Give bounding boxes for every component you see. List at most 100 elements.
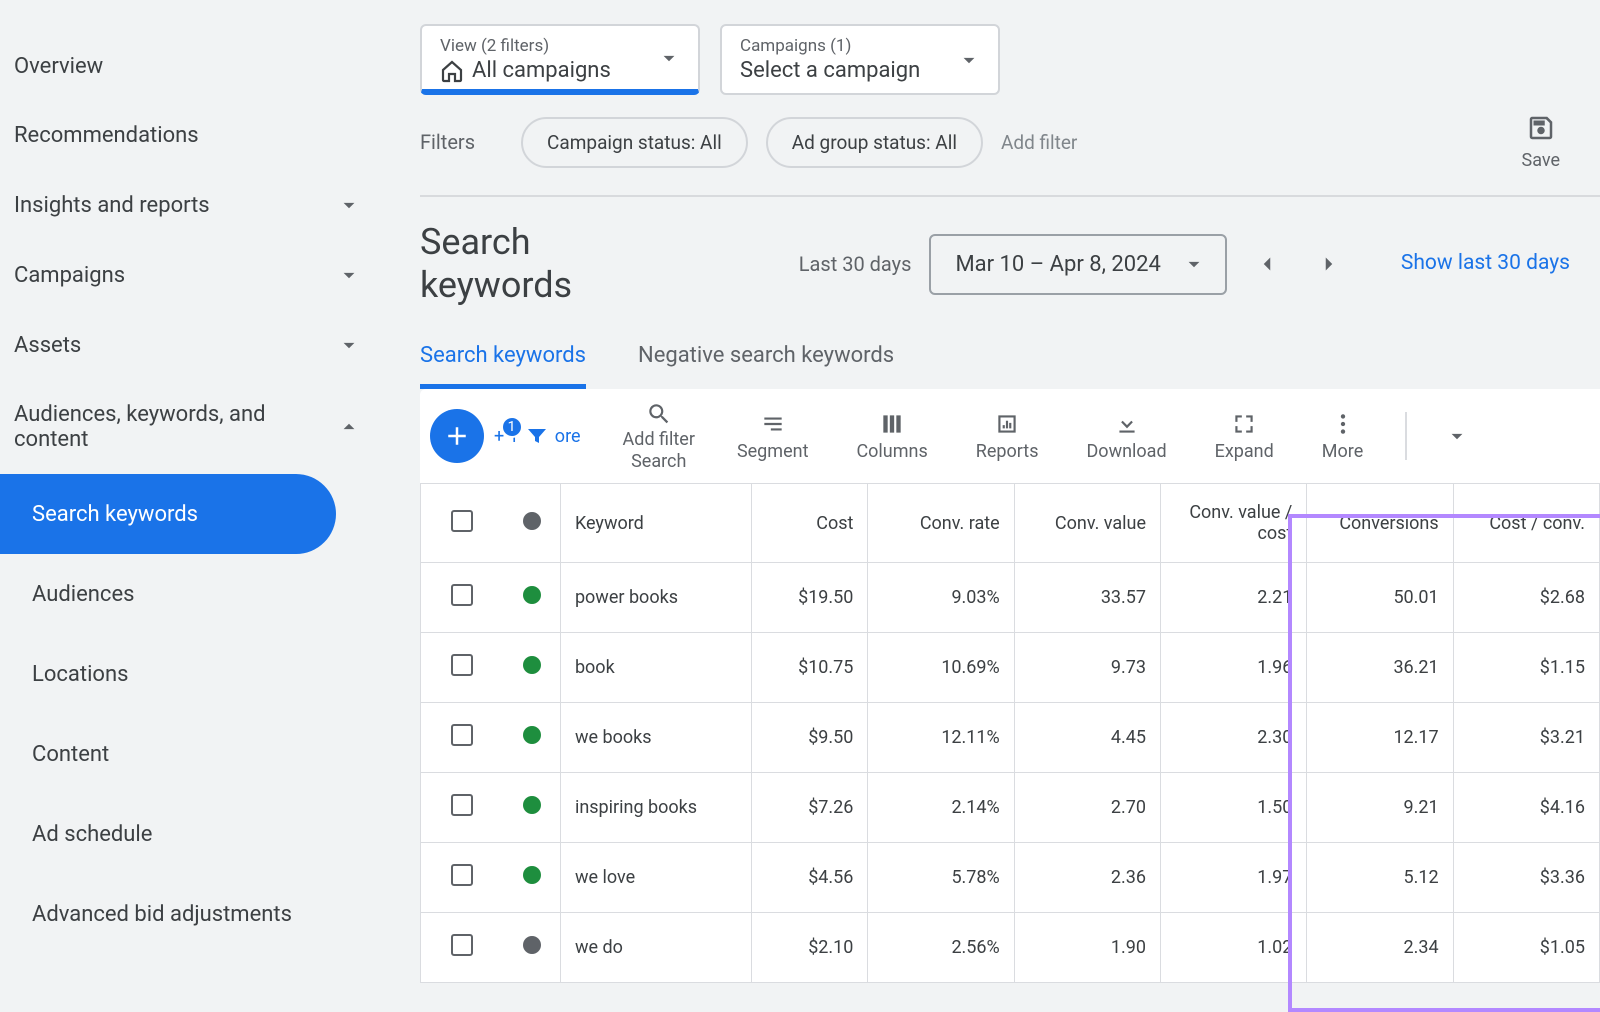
row-checkbox[interactable]	[451, 794, 473, 816]
table-header-row: Keyword Cost Conv. rate Conv. value Conv…	[421, 484, 1600, 563]
sidebar-item-label: Insights and reports	[14, 193, 210, 218]
chevron-left-icon	[1254, 251, 1280, 277]
cell-cost: $4.56	[751, 843, 868, 913]
sidebar-item-audiences[interactable]: Audiences	[0, 554, 380, 634]
sidebar-item-advanced-bid[interactable]: Advanced bid adjustments	[0, 874, 380, 954]
table-row[interactable]: we do$2.102.56%1.901.022.34$1.05	[421, 913, 1600, 983]
columns-button[interactable]: Columns	[832, 411, 951, 462]
row-checkbox[interactable]	[451, 864, 473, 886]
sidebar-item-assets[interactable]: Assets	[0, 310, 380, 380]
header-cost-conv[interactable]: Cost / conv.	[1453, 484, 1599, 563]
chevron-up-icon	[336, 414, 362, 440]
row-checkbox-cell	[421, 773, 504, 843]
filter-chip-campaign-status[interactable]: Campaign status: All	[521, 117, 748, 168]
date-range-value: Mar 10 – Apr 8, 2024	[955, 252, 1160, 277]
cell-cost-conv: $3.21	[1453, 703, 1599, 773]
segment-button[interactable]: Segment	[713, 411, 833, 462]
table-row[interactable]: book$10.7510.69%9.731.9636.21$1.15	[421, 633, 1600, 703]
sidebar-item-ad-schedule[interactable]: Ad schedule	[0, 794, 380, 874]
cell-keyword: inspiring books	[560, 773, 751, 843]
cell-conv-rate: 2.14%	[868, 773, 1014, 843]
table-row[interactable]: inspiring books$7.262.14%2.701.509.21$4.…	[421, 773, 1600, 843]
row-checkbox[interactable]	[451, 584, 473, 606]
tool-label: Reports	[976, 441, 1039, 462]
scope-campaign-top: Campaigns (1)	[740, 36, 936, 56]
page-title: Search keywords	[420, 221, 650, 307]
table-row[interactable]: power books$19.509.03%33.572.2150.01$2.6…	[421, 563, 1600, 633]
chevron-down-icon	[656, 45, 682, 71]
download-icon	[1114, 411, 1140, 437]
cell-cost-conv: $4.16	[1453, 773, 1599, 843]
add-filter-button[interactable]: Add filter	[1001, 131, 1077, 154]
search-filter-button[interactable]: Add filter Search	[605, 401, 713, 471]
tool-label: Columns	[856, 441, 927, 462]
cell-conv-rate: 2.56%	[868, 913, 1014, 983]
date-prev-button[interactable]	[1245, 242, 1289, 286]
header-conv-value[interactable]: Conv. value	[1014, 484, 1160, 563]
header-conversions[interactable]: Conversions	[1307, 484, 1453, 563]
main-content: View (2 filters) All campaigns Campaigns…	[380, 0, 1600, 1012]
cell-cost-conv: $1.05	[1453, 913, 1599, 983]
sidebar-item-campaigns[interactable]: Campaigns	[0, 240, 380, 310]
filter-chip-adgroup-status[interactable]: Ad group status: All	[766, 117, 983, 168]
sidebar-item-label: Recommendations	[14, 123, 199, 148]
sidebar-item-audiences-keywords-content[interactable]: Audiences, keywords, and content	[0, 380, 380, 474]
sidebar-item-label: Campaigns	[14, 263, 125, 288]
tab-negative-keywords[interactable]: Negative search keywords	[638, 343, 894, 389]
chevron-down-icon	[336, 262, 362, 288]
sidebar-item-locations[interactable]: Locations	[0, 634, 380, 714]
date-next-button[interactable]	[1307, 242, 1351, 286]
cell-cost: $10.75	[751, 633, 868, 703]
sidebar-item-label: Assets	[14, 333, 81, 358]
cell-keyword: we books	[560, 703, 751, 773]
row-checkbox[interactable]	[451, 724, 473, 746]
reports-icon	[994, 411, 1020, 437]
reports-button[interactable]: Reports	[952, 411, 1063, 462]
scope-view-dropdown[interactable]: View (2 filters) All campaigns	[420, 24, 700, 95]
expand-button[interactable]: Expand	[1191, 411, 1298, 462]
filter-count-badge: 1	[501, 416, 523, 438]
cell-conv-value: 9.73	[1014, 633, 1160, 703]
row-status-cell	[503, 633, 560, 703]
header-conv-value-cost[interactable]: Conv. value / cost	[1161, 484, 1307, 563]
filter-row: Filters Campaign status: All Ad group st…	[420, 113, 1600, 171]
show-last-30-days-link[interactable]: Show last 30 days	[1401, 249, 1570, 278]
sidebar-item-label: Locations	[32, 662, 128, 687]
status-dot-icon	[523, 866, 541, 884]
sidebar-item-recommendations[interactable]: Recommendations	[0, 101, 380, 170]
row-checkbox[interactable]	[451, 934, 473, 956]
cell-conv-value: 2.36	[1014, 843, 1160, 913]
cell-conv-value-cost: 2.21	[1161, 563, 1307, 633]
header-conv-rate[interactable]: Conv. rate	[868, 484, 1014, 563]
tool-label: More	[1322, 441, 1363, 462]
tool-label: Segment	[737, 441, 809, 462]
sidebar-item-search-keywords[interactable]: Search keywords	[0, 474, 336, 554]
columns-icon	[879, 411, 905, 437]
more-button[interactable]: More	[1298, 411, 1387, 462]
date-range-picker[interactable]: Mar 10 – Apr 8, 2024	[929, 234, 1226, 295]
more-vert-icon	[1330, 411, 1356, 437]
tool-label: Download	[1086, 441, 1166, 462]
sidebar-item-insights[interactable]: Insights and reports	[0, 170, 380, 240]
select-all-checkbox[interactable]	[451, 510, 473, 532]
save-label: Save	[1522, 150, 1561, 171]
tab-search-keywords[interactable]: Search keywords	[420, 343, 586, 389]
more-filter-suffix: ore	[555, 426, 581, 447]
applied-filter-button[interactable]: + 1 ore 1	[494, 424, 581, 448]
table-row[interactable]: we love$4.565.78%2.361.975.12$3.36	[421, 843, 1600, 913]
scope-campaign-dropdown[interactable]: Campaigns (1) Select a campaign	[720, 24, 1000, 95]
row-checkbox-cell	[421, 843, 504, 913]
header-cost[interactable]: Cost	[751, 484, 868, 563]
download-button[interactable]: Download	[1062, 411, 1190, 462]
sidebar-item-content[interactable]: Content	[0, 714, 380, 794]
table-row[interactable]: we books$9.5012.11%4.452.3012.17$3.21	[421, 703, 1600, 773]
row-checkbox[interactable]	[451, 654, 473, 676]
sidebar-item-overview[interactable]: Overview	[0, 32, 380, 101]
collapse-toolbar-button[interactable]	[1435, 414, 1479, 458]
header-keyword[interactable]: Keyword	[560, 484, 751, 563]
save-button[interactable]: Save	[1522, 113, 1600, 171]
scope-view-top: View (2 filters)	[440, 36, 636, 56]
add-keyword-button[interactable]	[430, 409, 484, 463]
cell-keyword: power books	[560, 563, 751, 633]
header-status	[503, 484, 560, 563]
